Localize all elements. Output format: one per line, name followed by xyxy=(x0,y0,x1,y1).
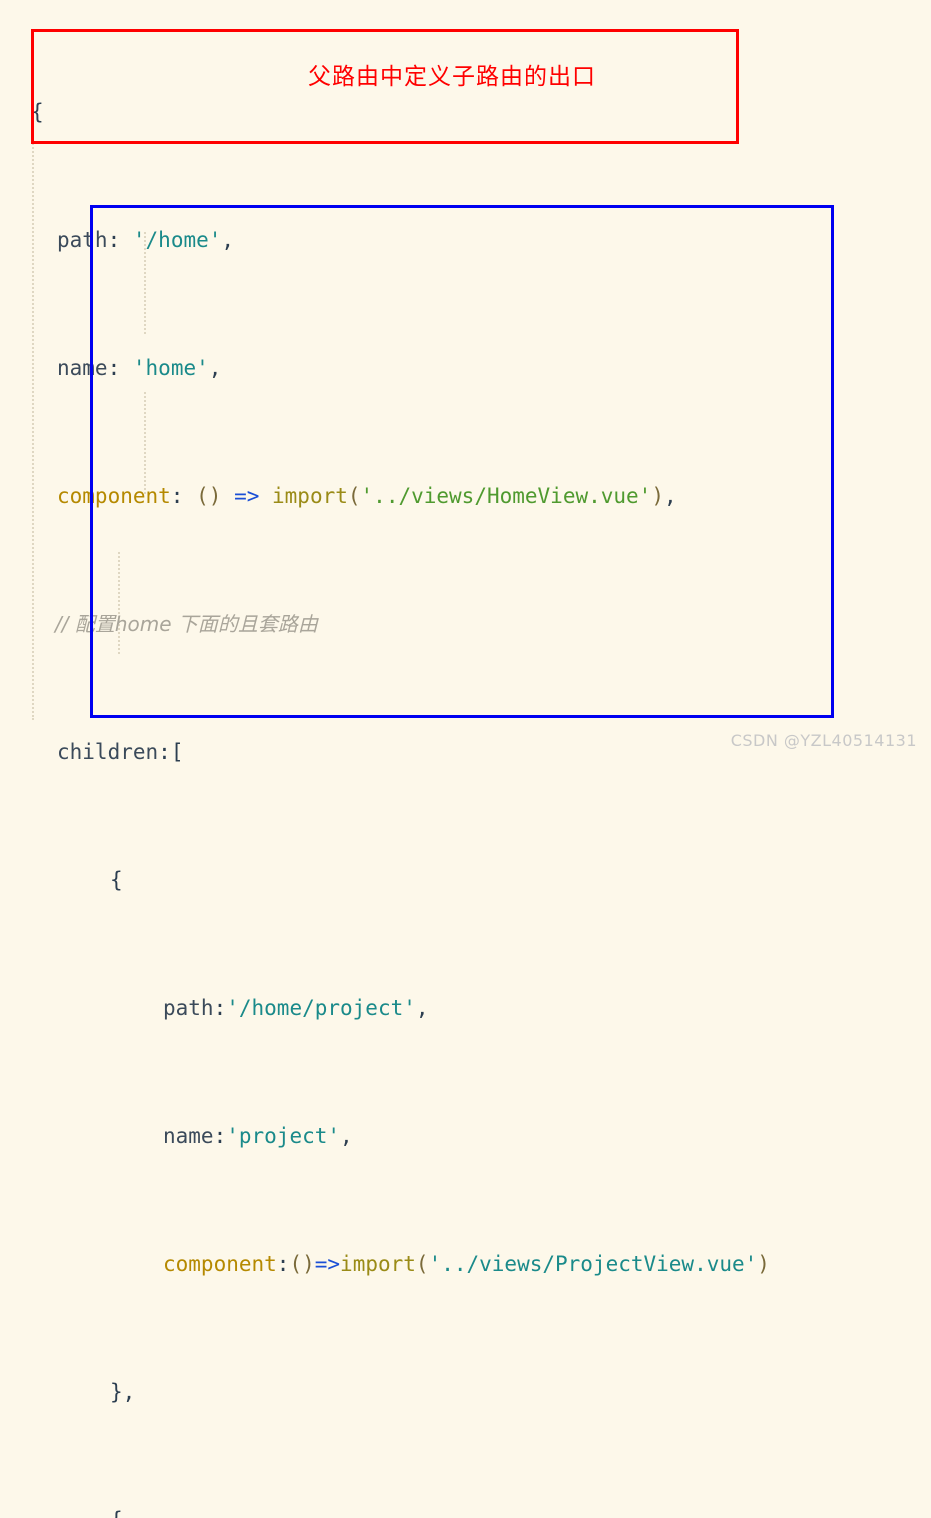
token-import-fn: import xyxy=(340,1252,416,1276)
token-comma: , xyxy=(663,484,677,508)
code-line-11: }, xyxy=(0,1376,931,1408)
code-line-12: { xyxy=(0,1504,931,1518)
token-colon: : xyxy=(213,996,227,1020)
code-line-7: { xyxy=(0,864,931,896)
code-line-2: path: '/home', xyxy=(0,224,931,256)
token-import-fn: import xyxy=(272,484,348,508)
token-brace-open-root: { xyxy=(31,100,44,124)
code-block[interactable]: { path: '/home', name: 'home', component… xyxy=(0,0,931,1518)
code-comment: // 配置home 下面的且套路由 xyxy=(55,612,318,636)
token-paren-open: ( xyxy=(415,1252,429,1276)
token-paren-empty: () xyxy=(289,1252,315,1276)
token-comma: , xyxy=(340,1124,353,1148)
token-comma: , xyxy=(221,228,235,252)
token-value-project-name: 'project' xyxy=(226,1124,341,1148)
code-line-3: name: 'home', xyxy=(0,352,931,384)
token-prop-children: children xyxy=(57,740,159,764)
token-colon: : xyxy=(213,1124,227,1148)
token-comma: , xyxy=(208,356,222,380)
code-line-8: path:'/home/project', xyxy=(0,992,931,1024)
token-paren-empty: () xyxy=(196,484,222,508)
token-prop-component: component xyxy=(163,1252,277,1276)
token-paren-close: ) xyxy=(757,1252,770,1276)
code-editor-surface: { path: '/home', name: 'home', component… xyxy=(0,0,931,1518)
token-prop-path: path xyxy=(57,228,108,252)
token-value-home-path: '/home' xyxy=(132,228,222,252)
token-brace-open: { xyxy=(110,868,123,892)
token-colon: : xyxy=(158,740,171,764)
token-bracket-open: [ xyxy=(170,740,184,764)
token-brace-open: { xyxy=(110,1508,123,1518)
code-line-9: name:'project', xyxy=(0,1120,931,1152)
code-line-10: component:()=>import('../views/ProjectVi… xyxy=(0,1248,931,1280)
token-arrow: => xyxy=(234,484,260,508)
token-arrow: => xyxy=(314,1252,341,1276)
token-value-project-component: '../views/ProjectView.vue' xyxy=(428,1252,758,1276)
token-prop-component: component xyxy=(57,484,171,508)
code-line-4: component: () => import('../views/HomeVi… xyxy=(0,480,931,512)
token-colon: : xyxy=(276,1252,290,1276)
token-comma: , xyxy=(415,996,429,1020)
token-paren-close: ) xyxy=(651,484,664,508)
token-colon: : xyxy=(170,484,184,508)
code-line-1: { xyxy=(0,96,931,128)
token-colon: : xyxy=(107,356,121,380)
token-brace-close-comma: }, xyxy=(110,1380,136,1404)
token-prop-name: name xyxy=(163,1124,214,1148)
token-paren-open: ( xyxy=(347,484,361,508)
token-prop-path: path xyxy=(163,996,214,1020)
token-prop-name: name xyxy=(57,356,108,380)
red-annotation-label: 父路由中定义子路由的出口 xyxy=(308,64,596,90)
token-colon: : xyxy=(107,228,121,252)
token-value-home-name: 'home' xyxy=(132,356,209,380)
csdn-watermark: CSDN @YZL40514131 xyxy=(730,731,917,750)
token-value-project-path: '/home/project' xyxy=(226,996,416,1020)
token-value-home-component: '../views/HomeView.vue' xyxy=(360,484,652,508)
code-line-5-comment: // 配置home 下面的且套路由 xyxy=(0,608,931,640)
